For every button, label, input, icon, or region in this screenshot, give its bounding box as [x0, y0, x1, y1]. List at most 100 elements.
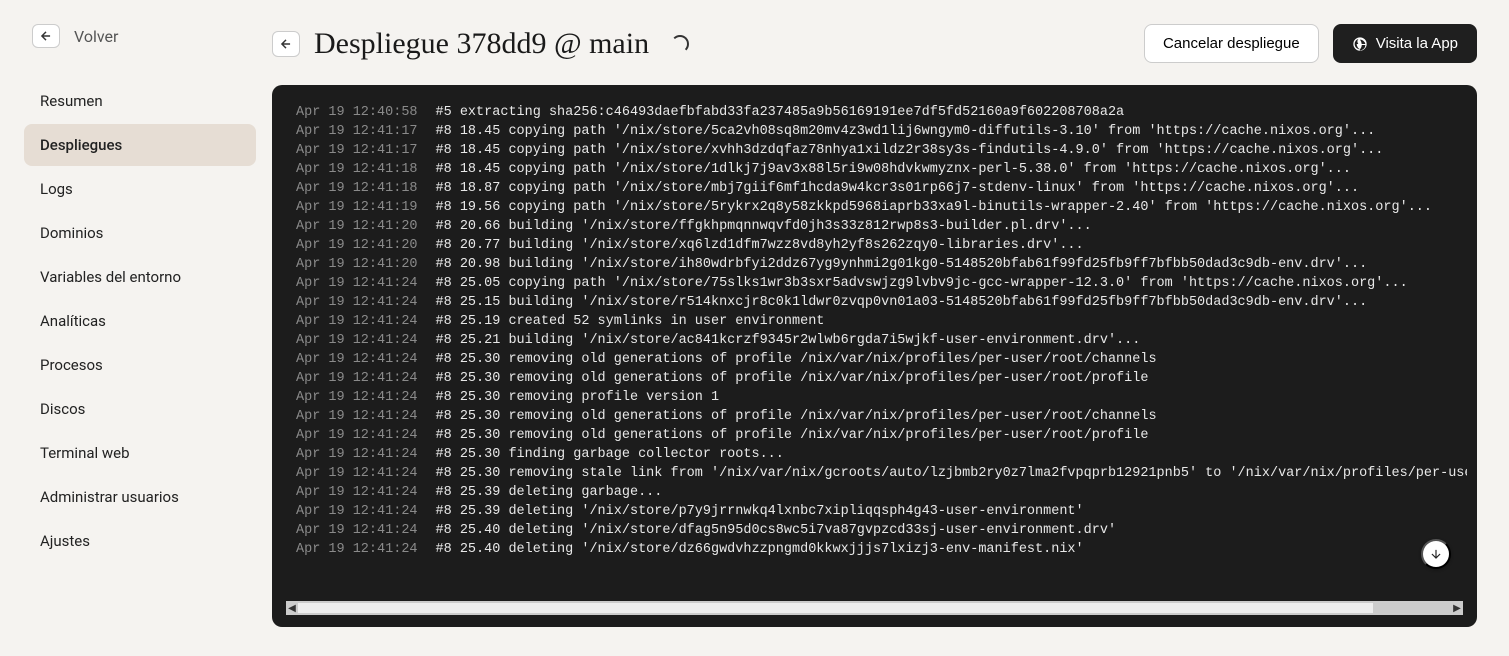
log-message: #8 20.77 building '/nix/store/xq6lzd1dfm… [436, 236, 1467, 255]
log-message: #8 18.45 copying path '/nix/store/1dlkj7… [436, 160, 1467, 179]
log-timestamp: Apr 19 12:41:24 [296, 502, 436, 521]
log-timestamp: Apr 19 12:41:20 [296, 255, 436, 274]
log-message: #5 extracting sha256:c46493daefbfabd33fa… [436, 103, 1467, 122]
scrollbar-thumb[interactable] [298, 603, 1373, 613]
log-timestamp: Apr 19 12:41:17 [296, 141, 436, 160]
page-title: Despliegue 378dd9 @ main [314, 27, 649, 61]
log-timestamp: Apr 19 12:41:24 [296, 445, 436, 464]
log-row: Apr 19 12:41:17#8 18.45 copying path '/n… [296, 141, 1467, 160]
scroll-to-bottom-button[interactable] [1421, 539, 1451, 569]
log-timestamp: Apr 19 12:41:18 [296, 179, 436, 198]
page-back-button[interactable] [272, 31, 300, 57]
log-row: Apr 19 12:41:24#8 25.05 copying path '/n… [296, 274, 1467, 293]
log-timestamp: Apr 19 12:41:24 [296, 521, 436, 540]
visit-app-label: Visita la App [1376, 35, 1458, 52]
log-row: Apr 19 12:41:24#8 25.19 created 52 symli… [296, 312, 1467, 331]
log-message: #8 20.98 building '/nix/store/ih80wdrbfy… [436, 255, 1467, 274]
sidebar-back-label: Volver [74, 27, 118, 46]
log-row: Apr 19 12:41:24#8 25.30 removing old gen… [296, 407, 1467, 426]
sidebar-item-logs[interactable]: Logs [24, 168, 256, 210]
log-message: #8 19.56 copying path '/nix/store/5rykrx… [436, 198, 1467, 217]
log-message: #8 18.45 copying path '/nix/store/xvhh3d… [436, 141, 1467, 160]
cancel-deploy-label: Cancelar despliegue [1163, 35, 1300, 52]
log-timestamp: Apr 19 12:41:24 [296, 407, 436, 426]
sidebar-back-button[interactable] [32, 24, 60, 48]
log-message: #8 25.30 removing old generations of pro… [436, 426, 1467, 445]
log-timestamp: Apr 19 12:41:24 [296, 312, 436, 331]
log-row: Apr 19 12:40:58#5 extracting sha256:c464… [296, 103, 1467, 122]
log-message: #8 25.19 created 52 symlinks in user env… [436, 312, 1467, 331]
log-message: #8 25.30 removing old generations of pro… [436, 350, 1467, 369]
log-message: #8 25.30 removing old generations of pro… [436, 369, 1467, 388]
sidebar-item-discos[interactable]: Discos [24, 388, 256, 430]
log-timestamp: Apr 19 12:41:24 [296, 540, 436, 559]
page-header: Despliegue 378dd9 @ main Cancelar despli… [272, 24, 1477, 63]
log-row: Apr 19 12:41:24#8 25.39 deleting '/nix/s… [296, 502, 1467, 521]
log-timestamp: Apr 19 12:41:24 [296, 369, 436, 388]
log-row: Apr 19 12:41:18#8 18.45 copying path '/n… [296, 160, 1467, 179]
log-row: Apr 19 12:41:24#8 25.30 removing profile… [296, 388, 1467, 407]
deploy-log-terminal: Apr 19 12:40:58#5 extracting sha256:c464… [272, 85, 1477, 627]
log-message: #8 25.30 removing old generations of pro… [436, 407, 1467, 426]
log-row: Apr 19 12:41:20#8 20.77 building '/nix/s… [296, 236, 1467, 255]
sidebar-item-analiticas[interactable]: Analíticas [24, 300, 256, 342]
sidebar-item-resumen[interactable]: Resumen [24, 80, 256, 122]
log-row: Apr 19 12:41:24#8 25.15 building '/nix/s… [296, 293, 1467, 312]
log-message: #8 25.30 removing stale link from '/nix/… [436, 464, 1467, 483]
log-row: Apr 19 12:41:20#8 20.98 building '/nix/s… [296, 255, 1467, 274]
log-timestamp: Apr 19 12:41:24 [296, 426, 436, 445]
log-timestamp: Apr 19 12:41:17 [296, 122, 436, 141]
log-timestamp: Apr 19 12:41:20 [296, 236, 436, 255]
sidebar-nav: Resumen Despliegues Logs Dominios Variab… [24, 80, 256, 562]
log-row: Apr 19 12:41:24#8 25.40 deleting '/nix/s… [296, 540, 1467, 559]
log-timestamp: Apr 19 12:40:58 [296, 103, 436, 122]
sidebar-item-variables[interactable]: Variables del entorno [24, 256, 256, 298]
log-row: Apr 19 12:41:19#8 19.56 copying path '/n… [296, 198, 1467, 217]
scroll-left-icon: ◀ [286, 602, 298, 614]
log-timestamp: Apr 19 12:41:20 [296, 217, 436, 236]
log-row: Apr 19 12:41:24#8 25.39 deleting garbage… [296, 483, 1467, 502]
log-message: #8 25.30 finding garbage collector roots… [436, 445, 1467, 464]
log-table: Apr 19 12:40:58#5 extracting sha256:c464… [296, 103, 1467, 559]
log-row: Apr 19 12:41:24#8 25.21 building '/nix/s… [296, 331, 1467, 350]
log-row: Apr 19 12:41:24#8 25.30 finding garbage … [296, 445, 1467, 464]
log-row: Apr 19 12:41:24#8 25.30 removing old gen… [296, 426, 1467, 445]
log-message: #8 18.45 copying path '/nix/store/5ca2vh… [436, 122, 1467, 141]
log-timestamp: Apr 19 12:41:24 [296, 293, 436, 312]
log-timestamp: Apr 19 12:41:24 [296, 464, 436, 483]
sidebar: Volver Resumen Despliegues Logs Dominios… [0, 0, 256, 656]
sidebar-item-administrar-usuarios[interactable]: Administrar usuarios [24, 476, 256, 518]
terminal-scroll-area[interactable]: Apr 19 12:40:58#5 extracting sha256:c464… [282, 103, 1467, 595]
horizontal-scrollbar[interactable]: ◀ ▶ [286, 601, 1463, 615]
log-message: #8 25.40 deleting '/nix/store/dz66gwdvhz… [436, 540, 1467, 559]
sidebar-item-terminal-web[interactable]: Terminal web [24, 432, 256, 474]
log-timestamp: Apr 19 12:41:24 [296, 388, 436, 407]
loading-spinner-icon [671, 35, 689, 53]
log-message: #8 25.39 deleting garbage... [436, 483, 1467, 502]
log-timestamp: Apr 19 12:41:24 [296, 350, 436, 369]
log-row: Apr 19 12:41:24#8 25.30 removing stale l… [296, 464, 1467, 483]
arrow-down-icon [1429, 547, 1443, 561]
sidebar-item-procesos[interactable]: Procesos [24, 344, 256, 386]
log-message: #8 25.21 building '/nix/store/ac841kcrzf… [436, 331, 1467, 350]
sidebar-item-dominios[interactable]: Dominios [24, 212, 256, 254]
log-message: #8 25.15 building '/nix/store/r514knxcjr… [436, 293, 1467, 312]
log-row: Apr 19 12:41:24#8 25.40 deleting '/nix/s… [296, 521, 1467, 540]
log-row: Apr 19 12:41:24#8 25.30 removing old gen… [296, 350, 1467, 369]
log-timestamp: Apr 19 12:41:19 [296, 198, 436, 217]
log-message: #8 25.39 deleting '/nix/store/p7y9jrrnwk… [436, 502, 1467, 521]
log-timestamp: Apr 19 12:41:24 [296, 274, 436, 293]
sidebar-item-ajustes[interactable]: Ajustes [24, 520, 256, 562]
sidebar-item-despliegues[interactable]: Despliegues [24, 124, 256, 166]
log-message: #8 25.40 deleting '/nix/store/dfag5n95d0… [436, 521, 1467, 540]
log-timestamp: Apr 19 12:41:24 [296, 331, 436, 350]
log-row: Apr 19 12:41:24#8 25.30 removing old gen… [296, 369, 1467, 388]
main-content: Despliegue 378dd9 @ main Cancelar despli… [256, 0, 1509, 656]
log-row: Apr 19 12:41:20#8 20.66 building '/nix/s… [296, 217, 1467, 236]
log-message: #8 18.87 copying path '/nix/store/mbj7gi… [436, 179, 1467, 198]
log-row: Apr 19 12:41:17#8 18.45 copying path '/n… [296, 122, 1467, 141]
cancel-deploy-button[interactable]: Cancelar despliegue [1144, 24, 1319, 63]
visit-app-button[interactable]: Visita la App [1333, 24, 1477, 63]
sidebar-back-row: Volver [24, 24, 256, 48]
globe-icon [1352, 36, 1368, 52]
